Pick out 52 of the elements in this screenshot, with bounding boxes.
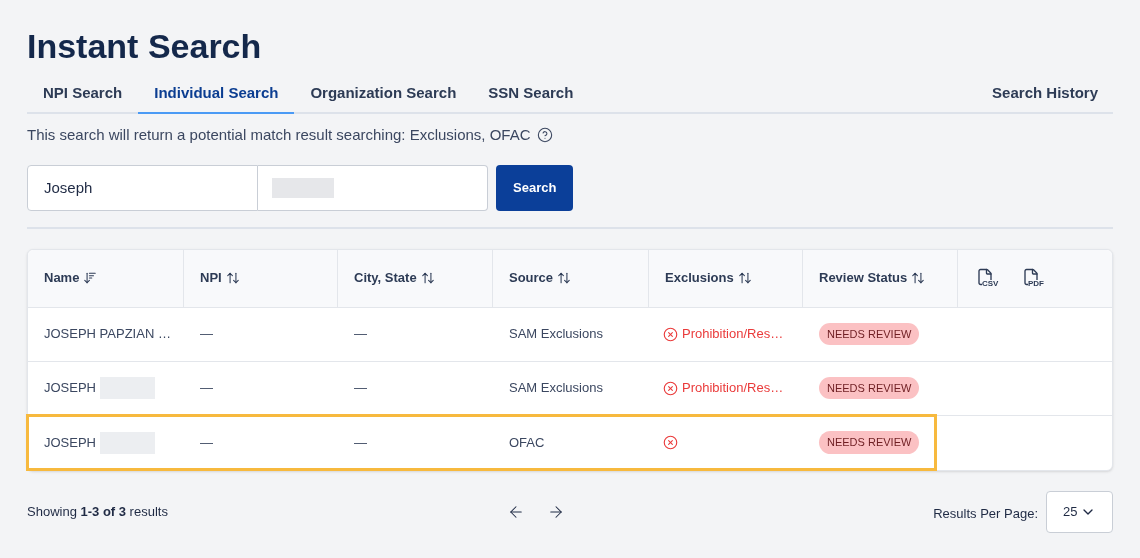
column-header[interactable]: Exclusions — [665, 268, 734, 288]
column-header[interactable]: Name — [44, 268, 80, 288]
exclusion-icon — [663, 435, 678, 450]
last-name-field[interactable] — [258, 164, 488, 211]
sort-icon[interactable] — [557, 271, 572, 285]
redacted-block — [272, 177, 334, 198]
exclusion-text: Prohibition/Res… — [682, 379, 784, 398]
column-header[interactable]: City, State — [354, 268, 417, 288]
table-cell: — — [200, 380, 213, 396]
help-icon[interactable] — [536, 127, 553, 144]
table-cell-text: JOSEPH PAPZIAN … — [44, 325, 171, 344]
column-header[interactable]: Source — [509, 268, 554, 288]
table-cell: — — [354, 380, 367, 396]
search-tab[interactable]: Organization Search — [294, 74, 473, 114]
table-cell: — — [200, 326, 213, 342]
page-title: Instant Search — [27, 26, 263, 66]
table-row[interactable]: JOSEPH — — SAM Exclusions Prohibition/Res… NEEDS REVIEW — [28, 361, 1112, 416]
search-tab[interactable]: SSN Search — [472, 74, 590, 114]
per-page-label: Results Per Page: — [933, 504, 1038, 523]
status-badge: NEEDS REVIEW — [819, 322, 920, 346]
sort-icon[interactable] — [911, 271, 926, 285]
info-text: This search will return a potential match result searching: Exclusions, OFAC — [27, 125, 531, 145]
search-button[interactable]: Search — [496, 164, 574, 211]
table-row[interactable]: JOSEPH PAPZIAN … — — SAM Exclusions Prohibition/Res… NEEDS REVIEW — [28, 307, 1112, 362]
sort-descending-icon[interactable] — [83, 271, 98, 285]
sort-icon[interactable] — [420, 271, 435, 285]
status-badge: NEEDS REVIEW — [819, 376, 920, 400]
search-tab[interactable]: NPI Search — [27, 74, 139, 114]
status-badge: NEEDS REVIEW — [819, 431, 920, 454]
table-cell: — — [354, 434, 367, 450]
table-cell: OFAC — [509, 434, 545, 450]
column-header[interactable]: Review Status — [819, 268, 908, 288]
table-cell: — — [200, 434, 213, 450]
results-count: Showing 1-3 of 3 results — [27, 502, 169, 521]
table-cell: — — [354, 326, 367, 342]
search-tab[interactable]: Individual Search — [138, 74, 295, 114]
sort-icon[interactable] — [737, 271, 752, 285]
table-cell: SAM Exclusions — [509, 380, 603, 396]
first-name-field[interactable]: Joseph — [27, 164, 258, 211]
table-cell-text: JOSEPH — [44, 379, 96, 398]
file-export-button[interactable]: CSV — [976, 266, 1000, 290]
exclusion-text: Prohibition/Res… — [682, 325, 784, 344]
file-export-button[interactable]: PDF — [1022, 266, 1046, 290]
per-page-select[interactable]: 25 — [1046, 490, 1113, 533]
exclusion-icon — [663, 380, 678, 396]
table-cell: SAM Exclusions — [509, 326, 603, 342]
search-history-link[interactable]: Search History — [992, 74, 1113, 112]
sort-icon[interactable] — [225, 271, 240, 285]
column-header[interactable]: NPI — [200, 268, 222, 288]
table-row[interactable]: JOSEPH — — OFAC NEEDS REVIEW — [28, 415, 1112, 470]
exclusion-icon — [663, 326, 678, 342]
table-cell-text: JOSEPH — [44, 433, 96, 452]
